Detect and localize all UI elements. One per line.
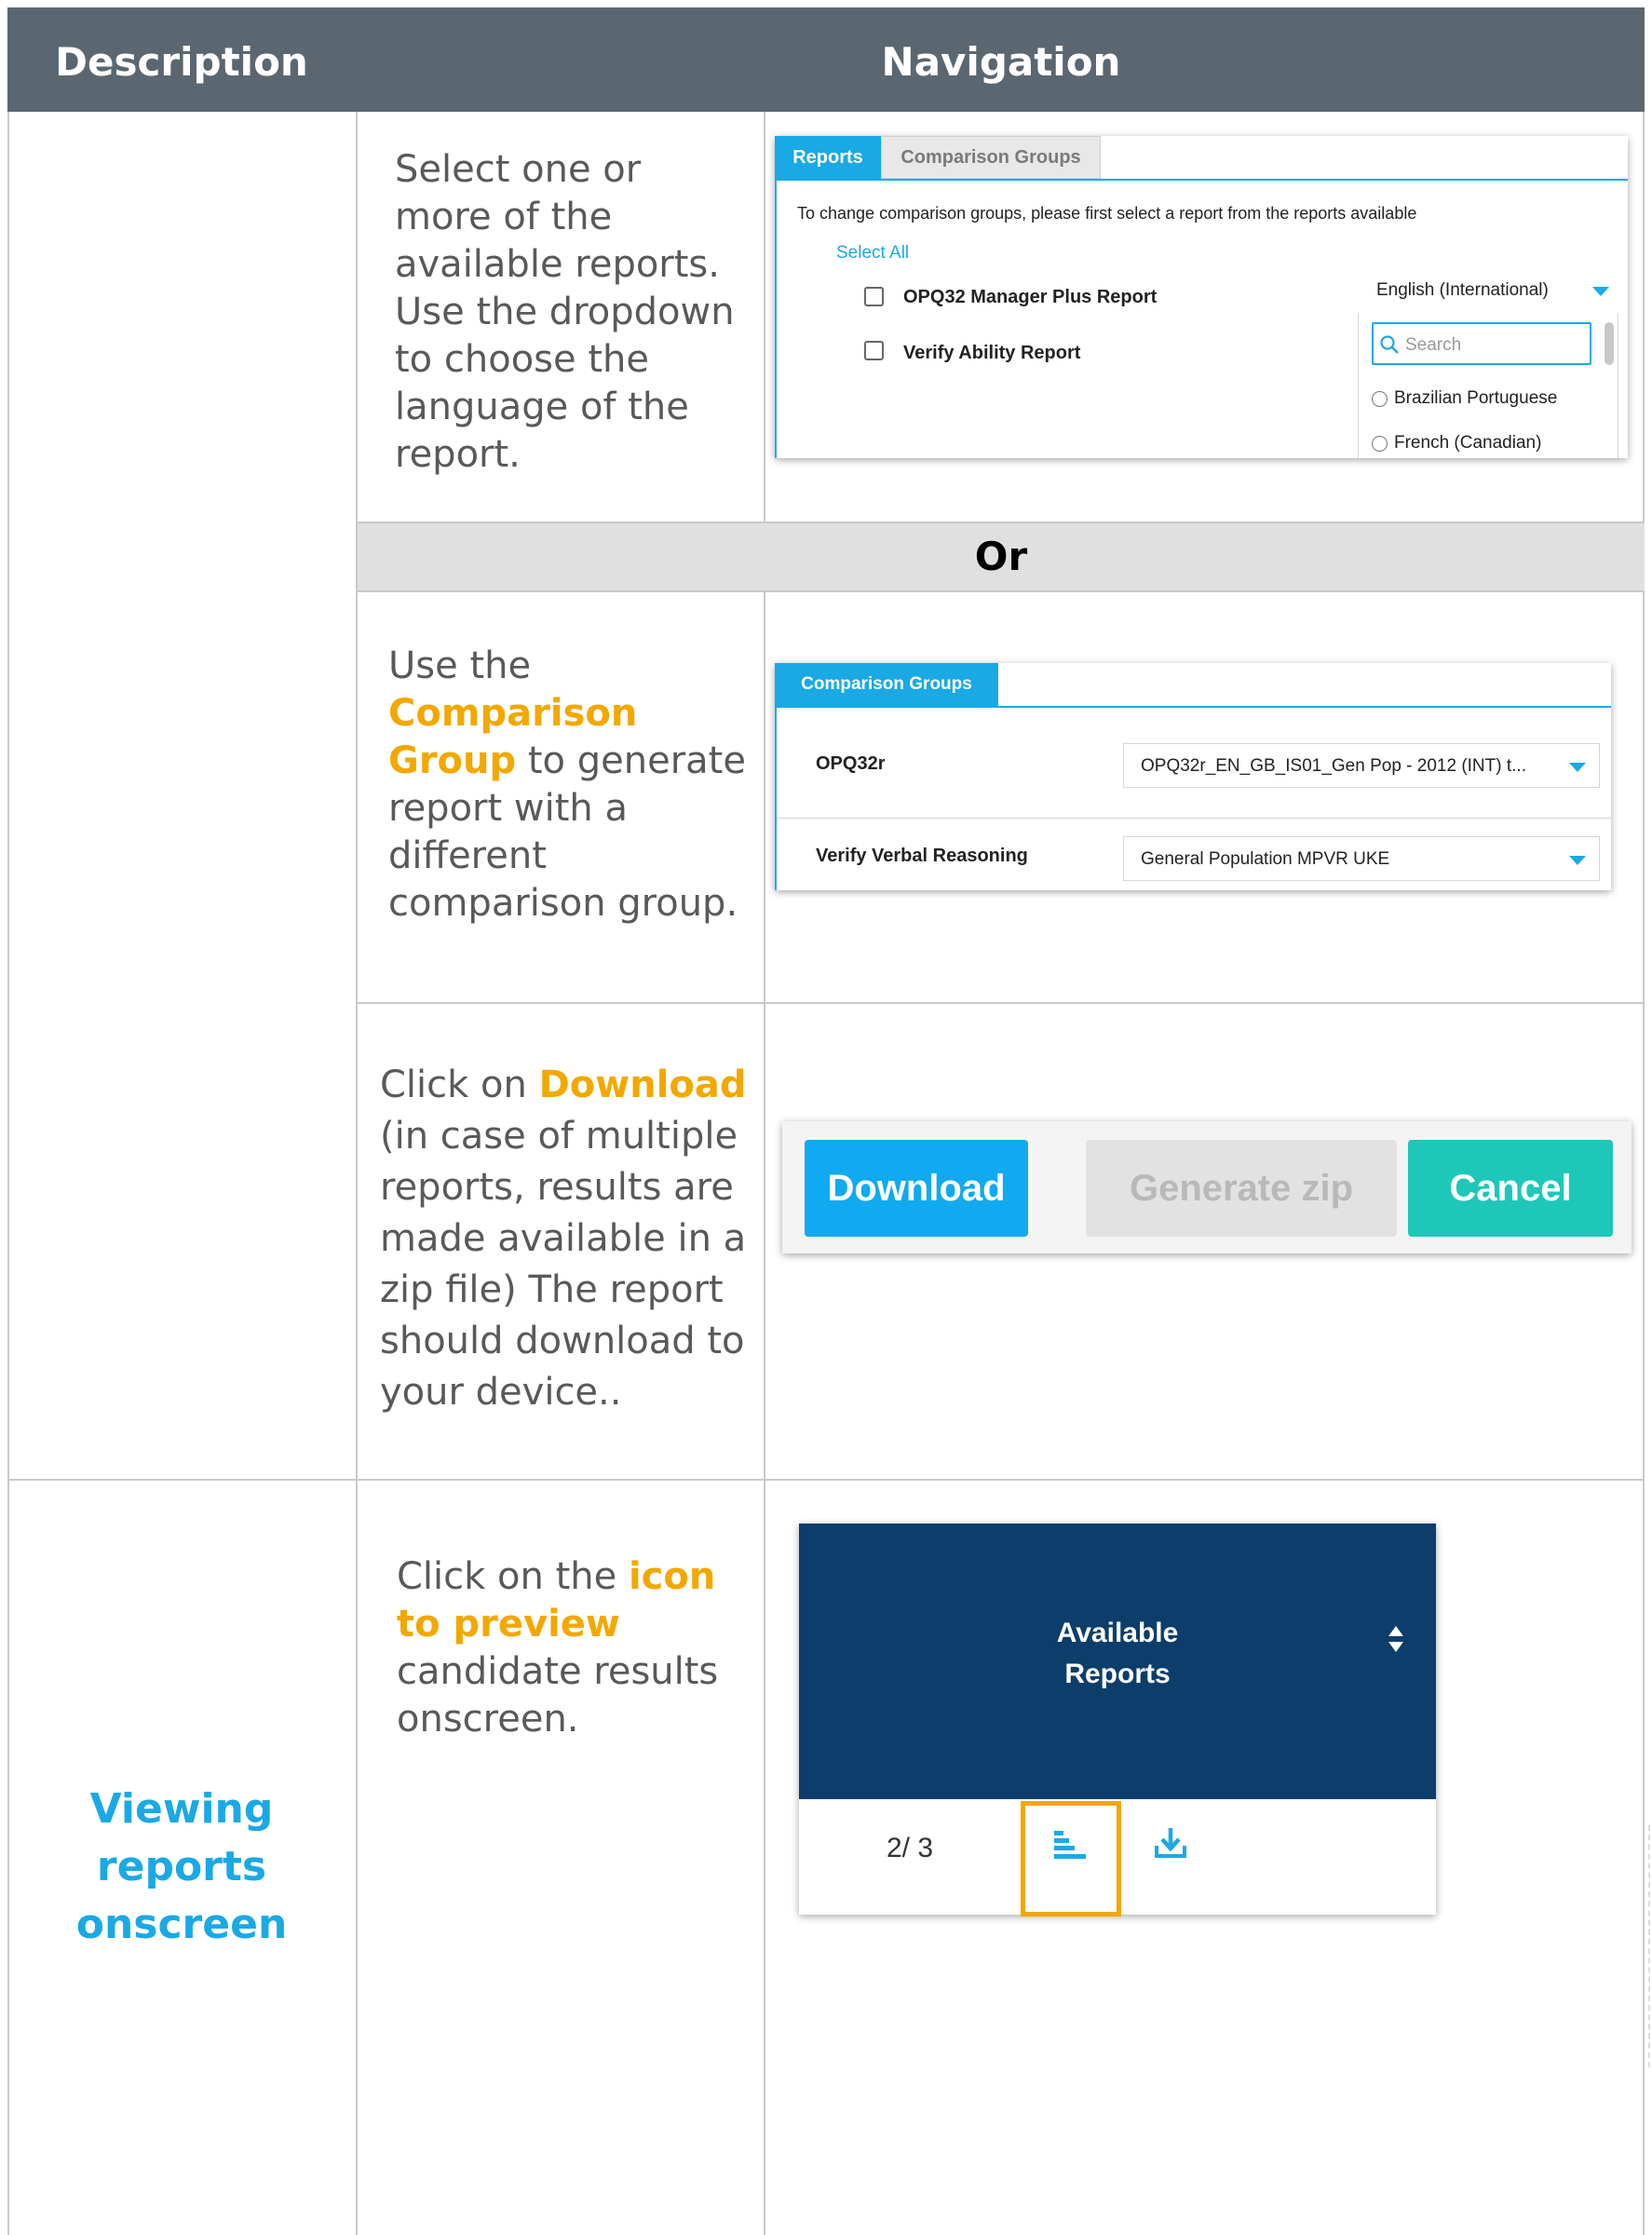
- row-divider: [356, 1002, 1645, 1004]
- download-instruction-text: Click on Download (in case of multiple r…: [380, 1060, 758, 1418]
- instruction-text: Click on: [380, 1063, 539, 1106]
- search-placeholder: Search: [1405, 335, 1462, 355]
- language-options-list: Search Brazilian Portuguese French (Cana…: [1358, 313, 1618, 458]
- select-all-link[interactable]: Select All: [836, 243, 909, 264]
- panel-edge: [775, 706, 777, 890]
- chevron-down-icon: [1569, 856, 1586, 865]
- buttons-panel: Download Generate zip Cancel: [782, 1121, 1632, 1253]
- search-icon: [1380, 335, 1399, 354]
- navigation-header: Navigation: [881, 39, 1121, 85]
- column-divider: [764, 1481, 765, 2235]
- tab-comparison-groups[interactable]: Comparison Groups: [881, 136, 1101, 179]
- scrollbar-thumb[interactable]: [1605, 322, 1614, 365]
- decorative-edge: [1648, 1825, 1650, 2067]
- tab-reports[interactable]: Reports: [775, 136, 881, 179]
- report-checkbox[interactable]: [864, 341, 884, 360]
- report-checkbox[interactable]: [864, 287, 884, 306]
- instruction-text: candidate results onscreen.: [397, 1650, 719, 1741]
- select-reports-instruction: Select one or more of the available repo…: [395, 148, 735, 476]
- language-selected: English (International): [1376, 280, 1549, 300]
- language-option[interactable]: French (Canadian): [1394, 433, 1541, 454]
- language-radio[interactable]: [1372, 391, 1388, 407]
- comparison-groups-panel: Comparison Groups OPQ32r OPQ32r_EN_GB_IS…: [775, 663, 1611, 890]
- column-divider: [356, 112, 358, 2235]
- download-button[interactable]: Download: [805, 1140, 1028, 1237]
- language-search-input[interactable]: Search: [1372, 322, 1591, 365]
- comparison-value: General Population MPVR UKE: [1141, 849, 1390, 869]
- tab-underline: [775, 706, 1611, 708]
- comparison-dropdown[interactable]: General Population MPVR UKE: [1123, 836, 1600, 881]
- generate-zip-button[interactable]: Generate zip: [1086, 1140, 1397, 1237]
- preview-instruction-text: Click on the icon to preview candidate r…: [397, 1553, 751, 1743]
- language-dropdown[interactable]: English (International): [1358, 268, 1628, 313]
- report-name: OPQ32 Manager Plus Report: [903, 287, 1158, 307]
- comparison-value: OPQ32r_EN_GB_IS01_Gen Pop - 2012 (INT) t…: [1141, 756, 1526, 776]
- available-reports-header[interactable]: Available Reports: [799, 1524, 1436, 1799]
- table-border-right: [1643, 112, 1645, 2235]
- tab-underline: [775, 179, 1628, 181]
- comparison-dropdown[interactable]: OPQ32r_EN_GB_IS01_Gen Pop - 2012 (INT) t…: [1123, 743, 1600, 788]
- section-title-viewing-reports: Viewing reports onscreen: [75, 1785, 288, 1948]
- highlight-download: Download: [538, 1063, 747, 1106]
- column-divider: [764, 112, 765, 523]
- instruction-text: Click on the: [397, 1555, 629, 1598]
- or-label: Or: [974, 534, 1028, 579]
- tab-comparison-groups[interactable]: Comparison Groups: [775, 663, 998, 706]
- report-count: 2/ 3: [887, 1833, 934, 1863]
- reports-panel: Reports Comparison Groups To change comp…: [775, 136, 1628, 458]
- chevron-down-icon: [1592, 287, 1609, 296]
- comparison-row-label: OPQ32r: [816, 753, 886, 774]
- available-reports-panel: Available Reports 2/ 3: [799, 1524, 1436, 1917]
- chevron-down-icon: [1569, 763, 1586, 772]
- row-divider: [356, 590, 1645, 592]
- comparison-instruction-text: Use the Comparison Group to generate rep…: [388, 643, 747, 928]
- comparison-row-label: Verify Verbal Reasoning: [816, 846, 1028, 866]
- sort-icon[interactable]: [1388, 1624, 1404, 1654]
- instruction-text: Use the: [388, 644, 532, 687]
- row-separator: [777, 818, 1611, 819]
- language-option[interactable]: Brazilian Portuguese: [1394, 388, 1557, 409]
- cancel-button[interactable]: Cancel: [1408, 1140, 1613, 1237]
- column-divider: [764, 590, 765, 1481]
- preview-chart-icon[interactable]: [1052, 1829, 1090, 1862]
- comparison-instruction: To change comparison groups, please firs…: [797, 204, 1417, 223]
- description-header: Description: [55, 39, 308, 85]
- instruction-text: (in case of multiple reports, results ar…: [380, 1115, 747, 1414]
- or-divider: Or: [358, 523, 1645, 590]
- report-name: Verify Ability Report: [903, 343, 1081, 363]
- row-divider: [7, 1479, 1645, 1481]
- language-radio[interactable]: [1372, 436, 1388, 452]
- download-icon[interactable]: [1153, 1825, 1188, 1861]
- panel-edge: [775, 179, 777, 458]
- available-reports-title: Available Reports: [1056, 1618, 1179, 1689]
